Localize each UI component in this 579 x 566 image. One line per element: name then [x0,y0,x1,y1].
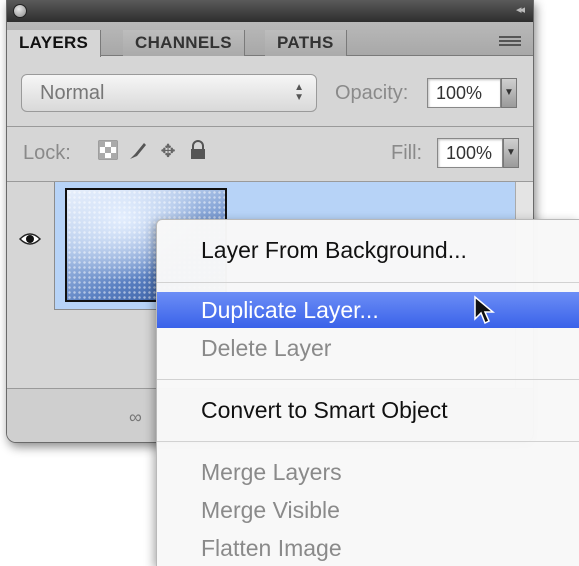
tab-paths[interactable]: PATHS [265,30,347,56]
blend-mode-select[interactable]: Normal ▲ ▼ [21,74,317,112]
menu-separator [157,441,579,442]
lock-position-icon[interactable]: ✥ [157,140,179,162]
lock-all-icon[interactable] [187,140,209,162]
blend-mode-value: Normal [40,82,105,104]
menu-item-merge-visible[interactable]: Merge Visible [157,492,579,528]
link-layers-icon[interactable]: ∞ [129,407,142,428]
visibility-cell[interactable] [7,182,55,310]
tab-channels[interactable]: CHANNELS [123,30,245,56]
fill-input[interactable]: 100% [437,138,503,168]
select-arrows-icon: ▲ ▼ [294,82,304,103]
lock-transparent-icon[interactable] [97,140,119,162]
divider [7,126,533,127]
menu-separator [157,379,579,380]
collapse-icon[interactable]: ◂◂ [516,3,525,16]
fill-dropdown-icon[interactable]: ▼ [503,138,519,168]
tab-layers[interactable]: LAYERS [7,30,102,57]
menu-item-convert-to-smart-object[interactable]: Convert to Smart Object [157,392,579,428]
fill-label: Fill: [391,142,423,164]
opacity-dropdown-icon[interactable]: ▼ [501,78,517,108]
layer-context-menu: Layer From Background... Duplicate Layer… [156,219,579,566]
eye-icon[interactable] [19,232,41,246]
panel-menu-icon[interactable] [499,36,521,50]
opacity-input[interactable]: 100% [427,78,501,108]
menu-item-layer-from-background[interactable]: Layer From Background... [157,232,579,268]
mouse-cursor-icon [474,295,495,325]
lock-image-icon[interactable] [127,140,149,162]
lock-label: Lock: [23,142,71,164]
panel-tabbar: LAYERS CHANNELS PATHS [7,22,533,57]
menu-item-delete-layer[interactable]: Delete Layer [157,330,579,366]
menu-item-merge-layers[interactable]: Merge Layers [157,454,579,490]
menu-item-flatten-image[interactable]: Flatten Image [157,530,579,566]
menu-separator [157,282,579,283]
opacity-label: Opacity: [335,82,409,104]
panel-titlebar[interactable]: ◂◂ [7,0,533,22]
menu-item-duplicate-layer[interactable]: Duplicate Layer... [157,292,579,328]
close-icon[interactable] [13,4,27,18]
